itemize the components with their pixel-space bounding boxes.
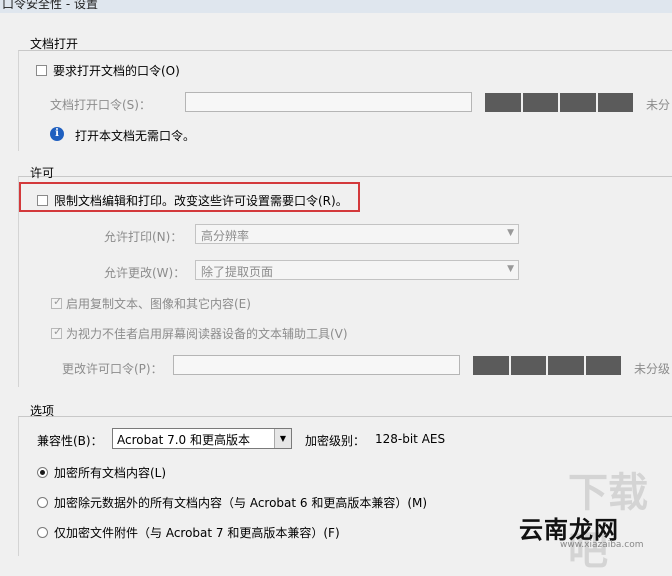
changes-allowed-value: 除了提取页面	[201, 265, 274, 279]
open-password-input[interactable]	[185, 92, 472, 112]
screen-reader-checkbox[interactable]: ✓	[51, 325, 63, 339]
compatibility-select[interactable]: Acrobat 7.0 和更高版本 ▼	[112, 428, 292, 449]
changes-allowed-select[interactable]: 除了提取页面 ▼	[195, 260, 519, 280]
encrypt-attachments-radio[interactable]	[37, 527, 48, 538]
window-title: 口令安全性 - 设置	[2, 0, 98, 11]
printing-allowed-label: 允许打印(N)：	[104, 230, 183, 244]
encryption-level-label: 加密级别：	[305, 434, 366, 448]
changes-allowed-label: 允许更改(W)：	[104, 266, 186, 280]
enable-copy-checkbox[interactable]: ✓	[51, 295, 63, 309]
chevron-down-icon: ▼	[274, 429, 291, 448]
info-icon: i	[50, 127, 64, 141]
encrypt-except-metadata-radio[interactable]	[37, 497, 48, 508]
restrict-editing-label: 限制文档编辑和打印。改变这些许可设置需要口令(R)。	[54, 194, 348, 208]
enable-copy-label: 启用复制文本、图像和其它内容(E)	[66, 297, 251, 311]
change-password-input[interactable]	[173, 355, 460, 375]
permissions-title: 许可	[30, 166, 55, 180]
title-bar: 口令安全性 - 设置	[0, 0, 672, 13]
encrypt-except-metadata-label: 加密除元数据外的所有文档内容（与 Acrobat 6 和更高版本兼容）(M)	[54, 496, 428, 510]
chevron-down-icon: ▼	[507, 264, 514, 274]
encryption-level-value: 128-bit AES	[375, 432, 446, 446]
open-info-text: 打开本文档无需口令。	[75, 129, 196, 143]
change-password-strength-meter	[473, 356, 621, 375]
encrypt-attachments-label: 仅加密文件附件（与 Acrobat 7 和更高版本兼容）(F)	[54, 526, 340, 540]
change-password-strength-label: 未分级	[634, 362, 671, 376]
check-icon: ✓	[53, 325, 63, 338]
watermark-url: www.xiazaiba.com	[560, 540, 644, 550]
compatibility-value: Acrobat 7.0 和更高版本	[117, 433, 250, 447]
document-open-title: 文档打开	[30, 37, 79, 51]
require-password-label: 要求打开文档的口令(O)	[53, 64, 180, 78]
restrict-editing-checkbox[interactable]	[37, 195, 48, 206]
open-password-strength-meter	[485, 93, 633, 112]
require-password-checkbox[interactable]	[36, 65, 47, 76]
open-password-label: 文档打开口令(S)：	[50, 98, 151, 112]
chevron-down-icon: ▼	[507, 228, 514, 238]
compatibility-label: 兼容性(B)：	[37, 434, 103, 448]
printing-allowed-value: 高分辨率	[201, 229, 250, 243]
open-password-strength-label: 未分	[646, 98, 671, 112]
options-title: 选项	[30, 404, 55, 418]
encrypt-all-label: 加密所有文档内容(L)	[54, 466, 167, 480]
check-icon: ✓	[53, 295, 63, 308]
encrypt-all-radio[interactable]	[37, 467, 48, 478]
printing-allowed-select[interactable]: 高分辨率 ▼	[195, 224, 519, 244]
screen-reader-label: 为视力不佳者启用屏幕阅读器设备的文本辅助工具(V)	[66, 327, 348, 341]
change-password-label: 更改许可口令(P)：	[62, 362, 163, 376]
radio-selected-dot	[40, 470, 45, 475]
